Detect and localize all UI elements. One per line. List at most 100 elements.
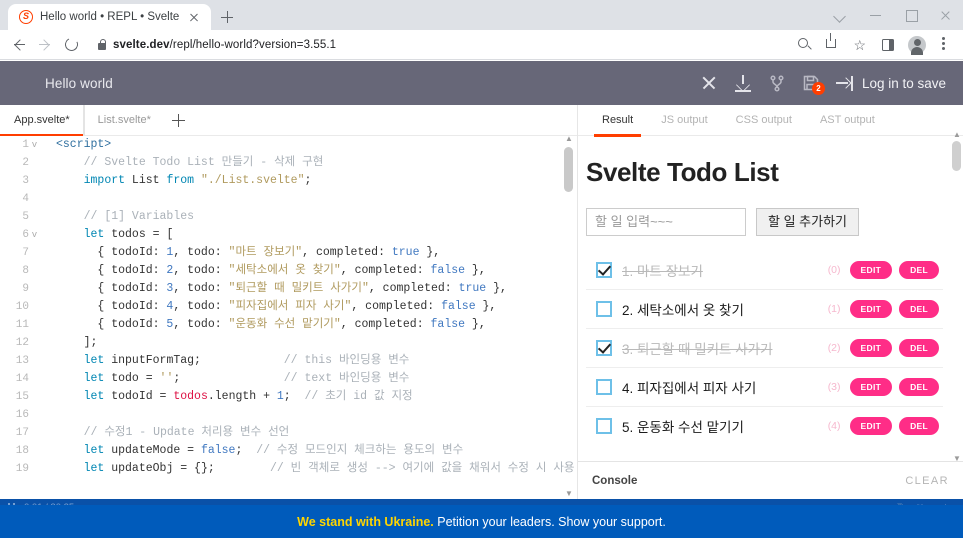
line-number: 4 [0,190,44,208]
chevron-down-icon[interactable] [823,0,858,30]
scrollbar-thumb[interactable] [564,147,573,192]
console-clear-button[interactable]: CLEAR [905,475,949,487]
del-button[interactable]: DEL [899,339,939,357]
share-icon [826,39,836,48]
line-number: 7 [0,244,44,262]
tab-js-output[interactable]: JS output [647,105,721,136]
scroll-up-arrow[interactable]: ▲ [953,131,960,139]
login-label: Log in to save [862,76,946,91]
browser-tab[interactable]: Hello world • REPL • Svelte [8,4,211,30]
todo-item: 1. 마트 장보기(0)EDITDEL [586,250,943,289]
maximize-button[interactable] [893,0,928,30]
add-file-button[interactable] [164,105,194,135]
download-icon[interactable] [734,74,752,92]
close-icon[interactable] [186,9,202,25]
todo-form: 할 일 입력~~~ 할 일 추가하기 [586,208,943,236]
edit-button[interactable]: EDIT [850,378,893,396]
file-tab-label: App.svelte* [14,114,70,126]
svelte-repl: Hello world 2 Lo [0,61,963,499]
forward-button[interactable] [32,32,58,58]
edit-button[interactable]: EDIT [850,417,893,435]
code-text: let todo = ''; // text 바인딩용 변수 [44,370,409,388]
url-path: /repl/hello-world?version=3.55.1 [170,39,337,51]
ukraine-banner-bold: We stand with Ukraine. [297,515,434,529]
ukraine-banner[interactable]: We stand with Ukraine. Petition your lea… [0,505,963,538]
line-number: 16 [0,406,44,424]
svelte-logo-icon [19,10,33,24]
side-panel-button[interactable] [875,32,901,58]
lock-icon [98,43,106,50]
todo-actions: (2)EDITDEL [828,339,939,357]
todo-checkbox[interactable] [596,379,612,395]
todo-item: 5. 운동화 수선 맡기기(4)EDITDEL [586,406,943,445]
line-number: 12 [0,334,44,352]
login-arrow-icon [836,76,853,91]
del-button[interactable]: DEL [899,417,939,435]
code-text: { todoId: 3, todo: "퇴근할 때 밀키트 사가기", comp… [44,280,507,298]
output-pane: ResultJS outputCSS outputAST output Svel… [578,105,963,499]
line-number: 2 [0,154,44,172]
window-close-button[interactable] [928,0,963,30]
del-button[interactable]: DEL [899,261,939,279]
address-bar[interactable]: svelte.dev/repl/hello-world?version=3.55… [88,34,785,56]
line-number: 15 [0,388,44,406]
close-icon[interactable] [700,74,718,92]
code-text: let inputFormTag; // this 바인딩용 변수 [44,352,409,370]
profile-button[interactable] [903,32,929,58]
zoom-icon-button[interactable] [791,32,817,58]
todo-text: 1. 마트 장보기 [622,260,703,280]
code-text: { todoId: 4, todo: "피자집에서 피자 사기", comple… [44,298,496,316]
todo-actions: (1) EDIT DEL [828,300,939,318]
address-bar-url: svelte.dev/repl/hello-world?version=3.55… [113,39,336,51]
edit-button[interactable]: EDIT [850,261,893,279]
back-button[interactable] [6,32,32,58]
add-todo-button[interactable]: 할 일 추가하기 [756,208,859,236]
browser-toolbar: svelte.dev/repl/hello-world?version=3.55… [0,30,963,60]
reload-icon [63,36,80,53]
editor-scrollbar[interactable]: ▲ ▼ [564,141,573,495]
scroll-down-arrow[interactable]: ▼ [565,490,572,497]
browser-menu-button[interactable] [931,32,957,58]
editor-pane: App.svelte* List.svelte* 1v<script>2 // … [0,105,578,499]
code-line: 10 { todoId: 4, todo: "피자집에서 피자 사기", com… [0,298,577,316]
todo-item: 3. 퇴근할 때 밀키트 사가기(2)EDITDEL [586,328,943,367]
todo-checkbox[interactable] [596,301,612,317]
fork-icon[interactable] [768,74,786,92]
new-tab-button[interactable] [213,4,241,30]
del-button[interactable]: DEL [899,378,939,396]
login-button[interactable]: Log in to save [836,76,946,91]
todo-checkbox[interactable] [596,262,612,278]
preview-scrollbar[interactable]: ▲ ▼ [952,139,961,459]
file-tab-list[interactable]: List.svelte* [83,105,164,135]
share-button[interactable] [819,32,845,58]
todo-input[interactable]: 할 일 입력~~~ [586,208,746,236]
reload-button[interactable] [58,32,84,58]
edit-button[interactable]: EDIT [850,300,893,318]
save-badge: 2 [812,82,825,95]
scrollbar-thumb[interactable] [952,141,961,171]
todo-checkbox[interactable] [596,418,612,434]
code-line: 8 { todoId: 2, todo: "세탁소에서 옷 찾기", compl… [0,262,577,280]
side-panel-icon [882,39,894,51]
tab-result[interactable]: Result [588,105,647,136]
file-tab-app[interactable]: App.svelte* [0,105,83,135]
line-number: 9 [0,280,44,298]
console-bar: Console CLEAR [578,461,963,499]
del-button[interactable]: DEL [899,300,939,318]
save-icon[interactable]: 2 [802,74,820,92]
tab-ast-output[interactable]: AST output [806,105,889,136]
minimize-button[interactable] [858,0,893,30]
bookmark-button[interactable]: ☆ [847,32,873,58]
todo-checkbox[interactable] [596,340,612,356]
code-line: 3 import List from "./List.svelte"; [0,172,577,190]
scroll-up-arrow[interactable]: ▲ [565,135,572,142]
ukraine-banner-text: We stand with Ukraine. Petition your lea… [297,515,666,529]
code-text: let todoId = todos.length + 1; // 초기 id … [44,388,413,406]
todo-index: (1) [828,303,841,315]
zoom-icon [798,38,808,48]
tab-css-output[interactable]: CSS output [722,105,806,136]
code-editor[interactable]: 1v<script>2 // Svelte Todo List 만들기 - 삭제… [0,136,577,499]
edit-button[interactable]: EDIT [850,339,893,357]
todo-text: 5. 운동화 수선 맡기기 [622,416,744,436]
code-line: 11 { todoId: 5, todo: "운동화 수선 맡기기", comp… [0,316,577,334]
